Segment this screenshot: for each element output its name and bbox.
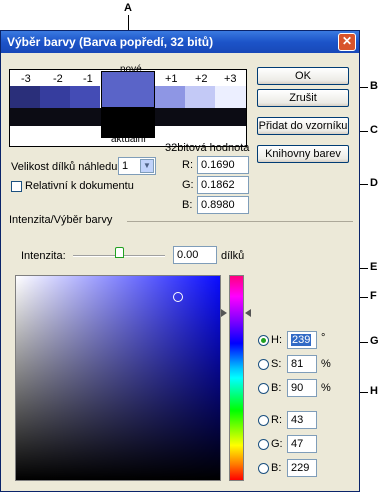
float-values-heading: 32bitová hodnota	[165, 142, 250, 154]
callout-g: G	[370, 335, 379, 347]
b-label: B:	[271, 382, 282, 394]
callout-a: A	[124, 2, 132, 14]
swatch-minus3[interactable]	[10, 86, 40, 108]
b2-field[interactable]: 229	[287, 459, 317, 477]
b2-label: B:	[271, 462, 282, 474]
b-unit: %	[321, 382, 331, 394]
color-field-picker[interactable]	[173, 292, 183, 302]
swatch-plus2[interactable]	[185, 86, 215, 108]
callout-c: C	[370, 124, 378, 136]
float-g-label: G:	[182, 179, 194, 191]
r-field[interactable]: 43	[287, 411, 317, 429]
radio-r[interactable]	[258, 415, 269, 426]
intensity-slider-thumb[interactable]	[115, 247, 124, 258]
radio-g[interactable]	[258, 439, 269, 450]
stop-plus2: +2	[195, 73, 208, 85]
float-b-label: B:	[182, 199, 193, 211]
float-r-field[interactable]: 0.1690	[197, 156, 249, 174]
swatch-plus1[interactable]	[155, 86, 185, 108]
s-unit: %	[321, 358, 331, 370]
stop-minus3: -3	[21, 73, 31, 85]
swatch-plus3[interactable]	[215, 86, 246, 108]
relative-to-doc-label: Relativní k dokumentu	[25, 180, 134, 192]
color-field[interactable]	[15, 275, 221, 481]
float-r-label: R:	[182, 159, 193, 171]
swatch-minus1[interactable]	[70, 86, 100, 108]
swatch-new[interactable]	[101, 71, 155, 108]
color-picker-dialog: Výběr barvy (Barva popředí, 32 bitů) ✕ -…	[0, 30, 360, 492]
g-field[interactable]: 47	[287, 435, 317, 453]
float-g-field[interactable]: 0.1862	[197, 176, 249, 194]
section-divider	[127, 221, 353, 222]
close-button[interactable]: ✕	[338, 33, 356, 51]
preview-size-select[interactable]: 1 ▼	[118, 157, 156, 175]
callout-h: H	[370, 385, 378, 397]
callout-e: E	[370, 261, 378, 273]
preview-size-label: Velikost dílků náhledu:	[11, 161, 121, 173]
cancel-button[interactable]: Zrušit	[257, 89, 349, 107]
callout-f: F	[370, 290, 377, 302]
current-label: aktuální	[111, 134, 147, 145]
dialog-title: Výběr barvy (Barva popředí, 32 bitů)	[7, 35, 214, 49]
radio-b[interactable]	[258, 383, 269, 394]
radio-b2[interactable]	[258, 463, 269, 474]
ok-button[interactable]: OK	[257, 67, 349, 85]
g-label: G:	[271, 438, 283, 450]
intensity-section-title: Intenzita/Výběr barvy	[9, 214, 113, 226]
float-b-field[interactable]: 0.8980	[197, 196, 249, 214]
h-label: H:	[271, 334, 282, 346]
stop-minus1: -1	[83, 73, 93, 85]
intensity-unit: dílků	[221, 250, 245, 262]
hue-slider[interactable]	[229, 275, 244, 481]
swatch-minus2[interactable]	[40, 86, 70, 108]
s-label: S:	[271, 358, 282, 370]
hue-slider-left-arrow[interactable]	[221, 309, 227, 317]
h-value: 239	[291, 334, 312, 346]
stop-minus2: -2	[53, 73, 63, 85]
callout-d: D	[370, 177, 378, 189]
b-field[interactable]: 90	[287, 379, 317, 397]
hue-slider-right-arrow[interactable]	[245, 309, 251, 317]
preview-size-value: 1	[122, 160, 129, 172]
callout-b: B	[370, 80, 378, 92]
stop-plus3: +3	[224, 73, 237, 85]
color-libraries-button[interactable]: Knihovny barev	[257, 145, 349, 163]
stop-plus1: +1	[165, 73, 178, 85]
s-field[interactable]: 81	[287, 355, 317, 373]
add-to-swatches-button[interactable]: Přidat do vzorníku	[257, 117, 349, 135]
intensity-label: Intenzita:	[21, 250, 66, 262]
intensity-field[interactable]: 0.00	[173, 246, 217, 264]
radio-h[interactable]	[258, 335, 269, 346]
title-bar[interactable]: Výběr barvy (Barva popředí, 32 bitů) ✕	[1, 31, 359, 53]
relative-to-doc-checkbox[interactable]	[11, 181, 22, 192]
chevron-down-icon[interactable]: ▼	[140, 159, 154, 173]
h-field[interactable]: 239	[287, 331, 317, 349]
h-unit: °	[321, 332, 326, 344]
radio-s[interactable]	[258, 359, 269, 370]
r-label: R:	[271, 414, 282, 426]
